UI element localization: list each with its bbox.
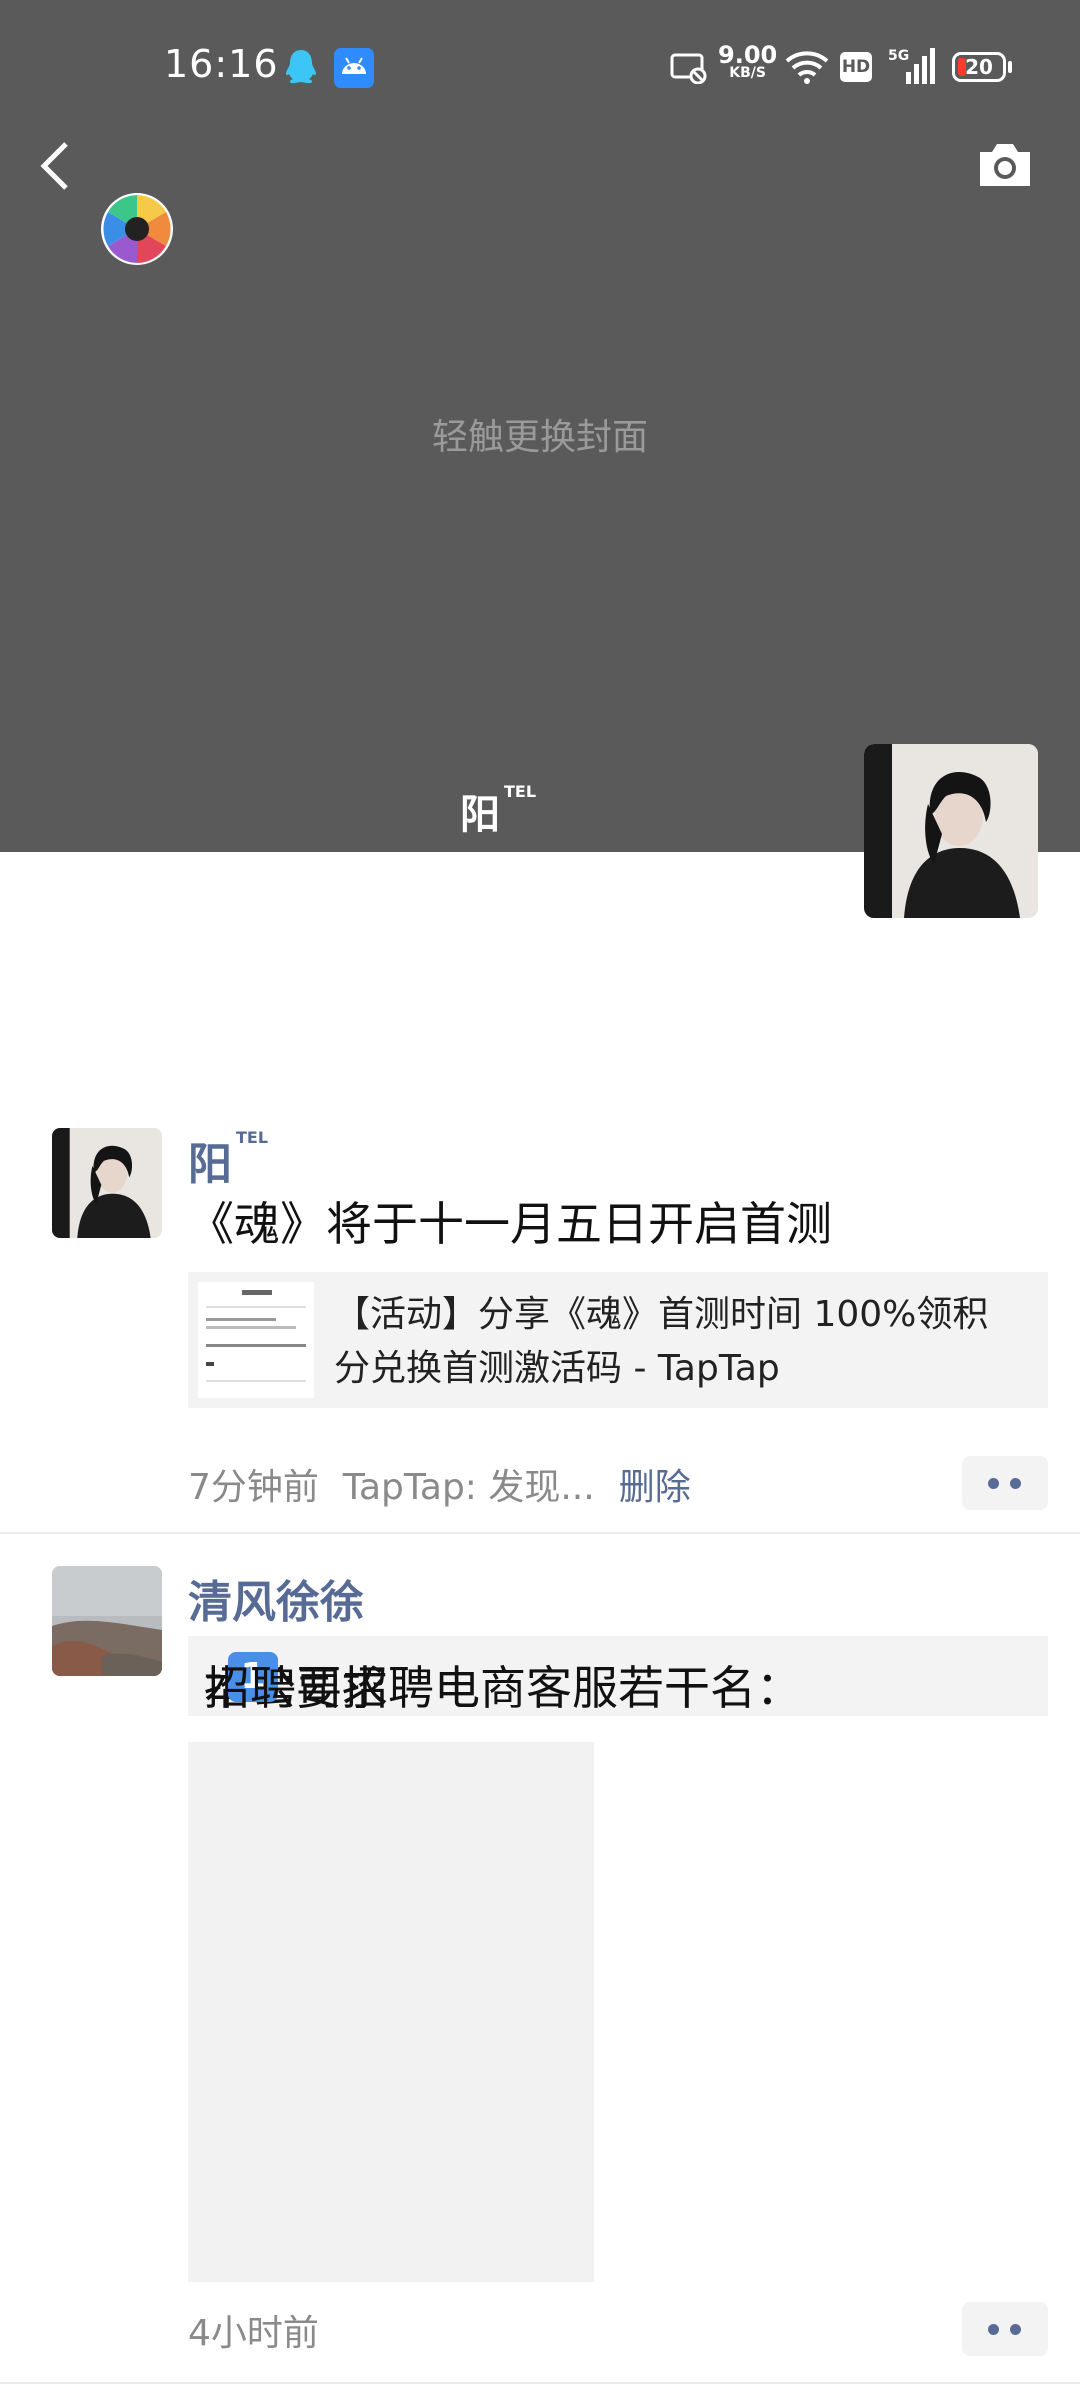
- delete-link[interactable]: 删除: [619, 1467, 691, 1508]
- hd-icon: HD: [840, 52, 872, 82]
- status-bar: 16:16 9.00 KB/S HD 5G 20: [0, 0, 1080, 130]
- poster-name[interactable]: 清风徐徐: [188, 1566, 364, 1630]
- post-image[interactable]: [188, 1742, 594, 2282]
- network-speed-value: 9.00: [718, 41, 778, 69]
- qq-icon: [286, 50, 316, 84]
- battery-tip: [1008, 61, 1012, 73]
- post-meta: 7分钟前 TapTap: 发现... 删除: [188, 1458, 691, 1510]
- post-meta: 4小时前: [188, 2304, 319, 2356]
- poster-name-tag: TEL: [236, 1128, 269, 1147]
- wifi-icon: [785, 51, 829, 84]
- camera-icon[interactable]: [976, 140, 1034, 190]
- post-text-banner[interactable]: 本公司招聘电商客服若干名： 1 招聘要求: [188, 1636, 1048, 1716]
- cover-hint[interactable]: 轻触更换封面: [0, 408, 1080, 460]
- poster-name-text: 阳: [188, 1139, 232, 1190]
- post-avatar[interactable]: [52, 1128, 162, 1238]
- link-card[interactable]: 【活动】分享《魂》首测时间 100%领积分兑换首测激活码 - TapTap: [188, 1272, 1048, 1408]
- network-type-label: 5G: [888, 48, 909, 64]
- post-text: 《魂》将于十一月五日开启首测: [188, 1197, 832, 1251]
- battery-icon: 20: [952, 52, 1006, 82]
- divider: [0, 2382, 1080, 2384]
- poster-name[interactable]: 阳TEL: [188, 1128, 268, 1192]
- aperture-logo-icon: [101, 193, 173, 265]
- post-item: 阳TEL 《魂》将于十一月五日开启首测 【活动】分享《魂》首测时间 100%领积…: [0, 1128, 1080, 1538]
- divider: [0, 1532, 1080, 1534]
- battery-level: 20: [965, 55, 993, 79]
- signal-5g-icon: 5G: [888, 48, 935, 84]
- post-avatar[interactable]: [52, 1566, 162, 1676]
- post-source[interactable]: TapTap: 发现...: [343, 1467, 595, 1508]
- status-time: 16:16: [164, 42, 279, 86]
- post-time: 4小时前: [188, 2313, 319, 2354]
- profile-name-text: 阳: [460, 792, 500, 838]
- android-icon: [334, 48, 374, 88]
- profile-avatar[interactable]: [864, 744, 1038, 918]
- profile-name[interactable]: 阳TEL: [460, 782, 536, 840]
- screen-record-icon: [670, 53, 707, 84]
- back-chevron-icon[interactable]: [36, 140, 76, 192]
- profile-name-tag: TEL: [504, 782, 537, 801]
- more-actions-button[interactable]: [962, 2302, 1048, 2356]
- link-title: 【活动】分享《魂》首测时间 100%领积分兑换首测激活码 - TapTap: [334, 1294, 989, 1389]
- network-speed: 9.00 KB/S: [718, 41, 778, 82]
- post-time: 7分钟前: [188, 1467, 319, 1508]
- link-thumbnail: [198, 1282, 314, 1398]
- more-actions-button[interactable]: [962, 1456, 1048, 1510]
- post-item: 清风徐徐 本公司招聘电商客服若干名： 1 招聘要求 4小时前: [0, 1566, 1080, 2386]
- post-text-tail: 招聘要求: [204, 1661, 388, 1715]
